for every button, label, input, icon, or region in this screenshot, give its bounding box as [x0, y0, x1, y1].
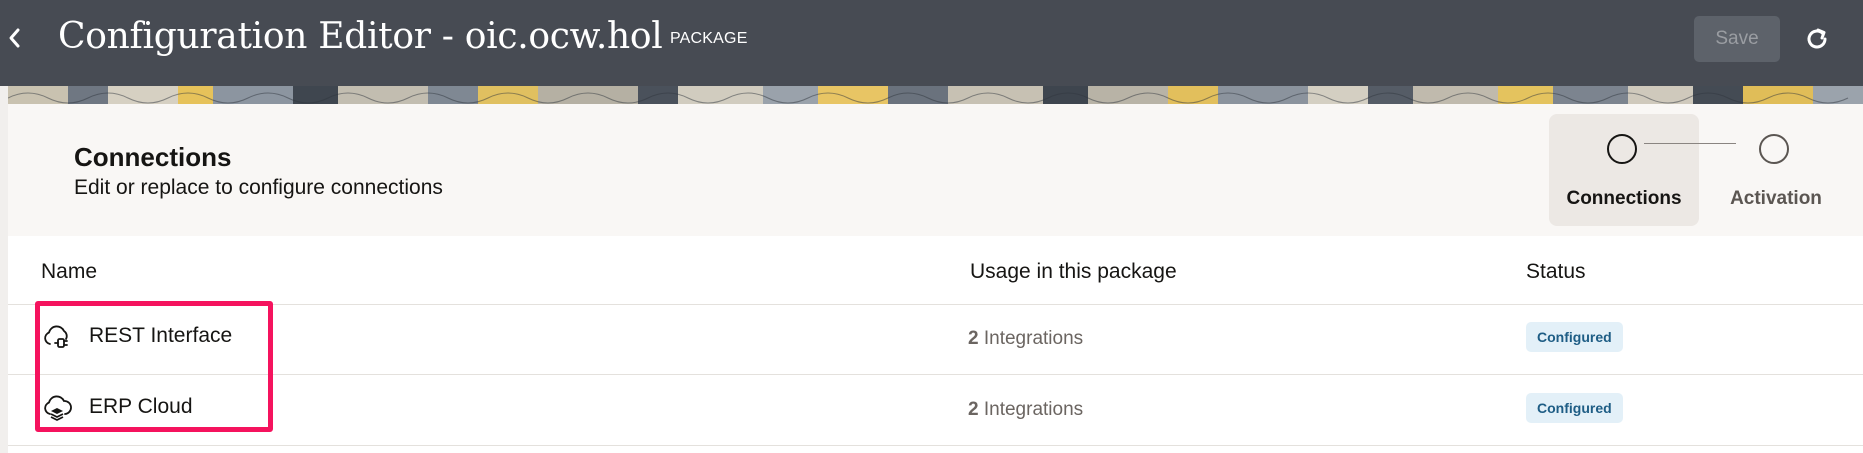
section-title: Connections	[74, 142, 232, 172]
usage-cell: 2 Integrations	[968, 328, 1083, 350]
step-circle-icon	[1607, 134, 1637, 164]
connection-name[interactable]: REST Interface	[89, 324, 232, 348]
status-badge: Configured	[1526, 393, 1623, 423]
usage-count: 2	[968, 399, 979, 420]
cloud-plug-icon	[44, 325, 68, 348]
train-connector	[1644, 143, 1736, 144]
step-label: Activation	[1730, 188, 1822, 209]
train-step-connections[interactable]: Connections	[1549, 114, 1699, 226]
train-step-activation[interactable]: Activation	[1701, 114, 1851, 226]
usage-cell: 2 Integrations	[968, 399, 1083, 421]
banner-pattern	[8, 86, 1863, 104]
column-header-name[interactable]: Name	[41, 260, 97, 284]
table-row[interactable]: REST Interface 2 Integrations Configured	[8, 304, 1863, 375]
column-header-status[interactable]: Status	[1526, 260, 1586, 284]
chevron-left-icon	[9, 28, 20, 48]
save-button[interactable]: Save	[1694, 16, 1780, 62]
step-circle-icon	[1759, 134, 1789, 164]
cloud-stack-icon	[44, 395, 72, 421]
decorative-banner	[8, 86, 1863, 104]
refresh-icon	[1807, 28, 1827, 49]
refresh-button[interactable]	[1800, 22, 1834, 56]
column-header-usage[interactable]: Usage in this package	[970, 260, 1177, 284]
page-title: Configuration Editor - oic.ocw.hol	[58, 16, 663, 57]
back-button[interactable]	[0, 18, 28, 58]
package-type-label: PACKAGE	[670, 30, 748, 47]
usage-label: Integrations	[983, 399, 1084, 420]
status-badge: Configured	[1526, 322, 1623, 352]
table-row[interactable]: ERP Cloud 2 Integrations Configured	[8, 375, 1863, 446]
table-header: Name Usage in this package Status	[8, 236, 1863, 305]
app-header: Configuration Editor - oic.ocw.hol PACKA…	[0, 0, 1863, 86]
section-subtitle: Edit or replace to configure connections	[74, 176, 443, 199]
connections-panel: Connections Edit or replace to configure…	[8, 104, 1863, 453]
usage-count: 2	[968, 328, 979, 349]
section-header: Connections Edit or replace to configure…	[8, 104, 1863, 236]
usage-label: Integrations	[983, 328, 1084, 349]
step-label: Connections	[1566, 188, 1682, 209]
connection-name[interactable]: ERP Cloud	[89, 395, 193, 419]
